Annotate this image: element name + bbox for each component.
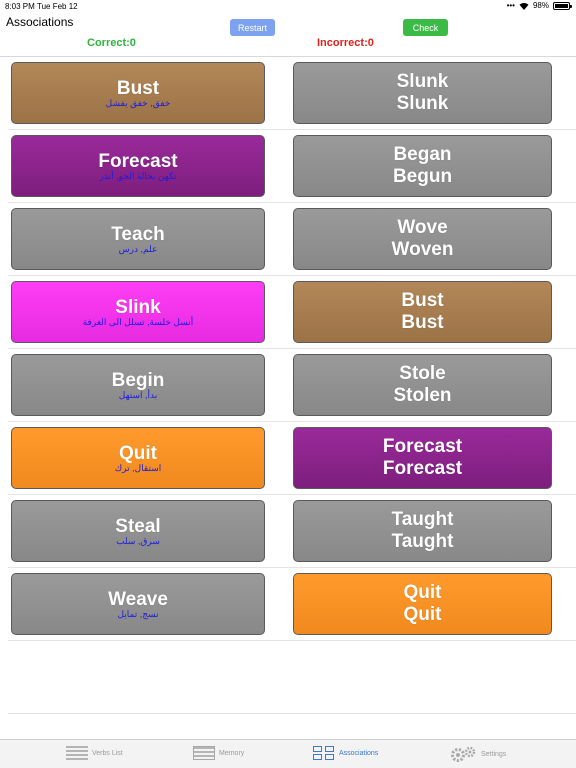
verb-word: Slink	[115, 296, 161, 318]
participle-form: Woven	[391, 239, 454, 260]
tab-label: Associations	[339, 749, 379, 757]
verb-card-bust[interactable]: Bust خفق, خفق يفشل	[11, 62, 265, 124]
participle-form: Bust	[401, 312, 444, 333]
past-form: Stole	[399, 363, 446, 384]
forms-card-slunk[interactable]: Slunk Slunk	[293, 62, 552, 124]
verb-word: Teach	[111, 223, 165, 245]
verb-word: Forecast	[98, 150, 178, 172]
row-divider	[8, 202, 576, 203]
verb-translation: استقال, ترك	[114, 462, 162, 473]
verb-card-teach[interactable]: Teach علم, درس	[11, 208, 265, 270]
past-form: Wove	[397, 217, 448, 238]
verb-card-weave[interactable]: Weave نسج, تمايل	[11, 573, 265, 635]
tab-bar: Verbs List Memory Associations Settings	[0, 739, 576, 768]
past-form: Began	[393, 144, 452, 165]
restart-button[interactable]: Restart	[230, 19, 275, 36]
correct-count: Correct:0	[87, 37, 136, 49]
wifi-icon	[519, 2, 529, 10]
check-button[interactable]: Check	[403, 19, 448, 36]
page-title: Associations	[6, 15, 74, 29]
incorrect-count: Incorrect:0	[317, 37, 374, 49]
forms-card-forecast[interactable]: Forecast Forecast	[293, 427, 552, 489]
list-icon	[66, 746, 88, 760]
verb-word: Bust	[116, 77, 160, 99]
participle-form: Begun	[392, 166, 453, 187]
battery-percent: 98%	[532, 1, 549, 10]
cellular-dots-icon: •••	[506, 1, 515, 10]
header-divider	[0, 56, 576, 57]
verb-card-forecast[interactable]: Forecast تكهن بحالة الجو, أنذر	[11, 135, 265, 197]
verb-card-steal[interactable]: Steal سرق, سلب	[11, 500, 265, 562]
verb-word: Quit	[119, 442, 157, 464]
tab-memory[interactable]: Memory	[193, 746, 244, 760]
past-form: Forecast	[382, 436, 463, 457]
row-divider	[8, 421, 576, 422]
forms-card-taught[interactable]: Taught Taught	[293, 500, 552, 562]
participle-form: Slunk	[396, 93, 449, 114]
participle-form: Taught	[391, 531, 454, 552]
verb-translation: نسج, تمايل	[117, 608, 159, 619]
verb-translation: سرق, سلب	[116, 535, 160, 546]
past-form: Quit	[403, 582, 442, 603]
verb-word: Steal	[115, 515, 161, 537]
verb-translation: خفق, خفق يفشل	[105, 97, 171, 108]
tab-settings[interactable]: Settings	[449, 746, 506, 762]
forms-card-quit[interactable]: Quit Quit	[293, 573, 552, 635]
forms-card-wove[interactable]: Wove Woven	[293, 208, 552, 270]
forms-card-bust[interactable]: Bust Bust	[293, 281, 552, 343]
forms-card-began[interactable]: Began Begun	[293, 135, 552, 197]
past-form: Taught	[391, 509, 454, 530]
verb-translation: بدأ, استهل	[118, 389, 158, 400]
verb-word: Weave	[108, 588, 168, 610]
verb-card-quit[interactable]: Quit استقال, ترك	[11, 427, 265, 489]
row-divider	[8, 640, 576, 641]
memory-icon	[193, 746, 215, 760]
row-divider	[8, 129, 576, 130]
battery-icon	[553, 1, 572, 10]
forms-card-stole[interactable]: Stole Stolen	[293, 354, 552, 416]
status-right: ••• 98%	[506, 1, 572, 10]
tab-associations[interactable]: Associations	[313, 746, 378, 760]
status-bar: 8:03 PM Tue Feb 12 ••• 98%	[0, 0, 576, 12]
tab-label: Memory	[219, 749, 245, 757]
row-divider	[8, 275, 576, 276]
past-form: Slunk	[396, 71, 449, 92]
row-divider	[8, 494, 576, 495]
participle-form: Quit	[403, 604, 442, 625]
tab-label: Verbs List	[92, 749, 123, 757]
past-form: Bust	[401, 290, 444, 311]
tab-verbs-list[interactable]: Verbs List	[66, 746, 123, 760]
verb-translation: علم, درس	[118, 243, 158, 254]
verb-card-begin[interactable]: Begin بدأ, استهل	[11, 354, 265, 416]
verb-translation: أنسل خلسة, تسلل الى الغرفة	[82, 316, 194, 327]
associations-icon	[313, 746, 335, 760]
status-time: 8:03 PM	[5, 2, 35, 11]
gear-icon	[451, 746, 476, 762]
participle-form: Stolen	[393, 385, 452, 406]
content-bottom-divider	[8, 713, 576, 714]
verb-card-slink[interactable]: Slink أنسل خلسة, تسلل الى الغرفة	[11, 281, 265, 343]
tab-label: Settings	[481, 750, 507, 758]
row-divider	[8, 348, 576, 349]
participle-form: Forecast	[382, 458, 463, 479]
verb-word: Begin	[111, 369, 165, 391]
verb-translation: تكهن بحالة الجو, أنذر	[99, 170, 177, 181]
status-date: Tue Feb 12	[37, 2, 78, 11]
row-divider	[8, 567, 576, 568]
